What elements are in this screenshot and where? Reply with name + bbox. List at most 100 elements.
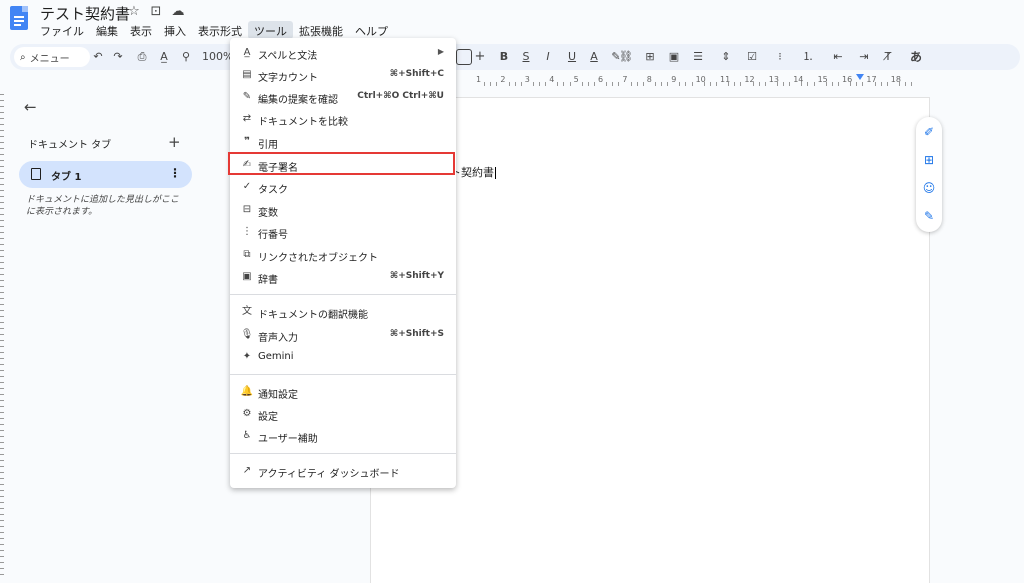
ruler-tick <box>734 82 736 86</box>
move-folder-icon[interactable]: ⊡ <box>148 4 164 19</box>
ruler-tick <box>0 430 4 431</box>
menu-search[interactable]: ⌕ メニュー <box>14 47 90 67</box>
menu-insert[interactable]: 挿入 <box>158 21 192 39</box>
add-comment-icon[interactable]: ⊞ <box>642 48 658 66</box>
ruler-tick <box>728 82 730 86</box>
ruler-tick <box>0 388 4 389</box>
ruler-tick <box>0 508 4 509</box>
menu-item-dictionary[interactable]: ▣ 辞書 ⌘+Shift+Y <box>230 267 456 287</box>
numbered-list-icon[interactable]: ⒈ <box>800 48 816 66</box>
menu-item-translate[interactable]: 文 ドキュメントの翻訳機能 <box>230 302 456 322</box>
ruler-tick <box>0 436 4 437</box>
ruler-tick <box>0 196 4 197</box>
font-size-input[interactable] <box>456 49 472 65</box>
line-spacing-icon[interactable]: ⇕ <box>718 48 734 66</box>
more-options-icon[interactable]: ⋮ <box>169 166 181 180</box>
zoom-select[interactable]: 100% <box>202 48 233 66</box>
link-icon[interactable]: ⛓ <box>618 48 634 66</box>
increase-indent-icon[interactable]: ⇥ <box>856 48 872 66</box>
menu-edit[interactable]: 編集 <box>90 21 124 39</box>
menu-item-word-count[interactable]: ▤ 文字カウント ⌘+Shift+C <box>230 65 456 85</box>
ruler-tick <box>740 82 742 86</box>
ruler-tick <box>581 82 583 86</box>
ruler-tick <box>0 538 4 539</box>
text-color-button[interactable]: A <box>586 48 602 66</box>
italic-button[interactable]: I <box>540 48 556 66</box>
ruler-tick <box>0 94 4 95</box>
menu-item-activity-dashboard[interactable]: ↗ アクティビティ ダッシュボード <box>230 461 456 481</box>
ruler-tick <box>874 82 876 86</box>
add-tab-icon[interactable]: + <box>168 133 181 151</box>
emoji-icon[interactable]: ☺ <box>921 180 937 196</box>
star-icon[interactable]: ☆ <box>126 4 142 19</box>
menu-tools[interactable]: ツール <box>248 21 293 39</box>
ruler-tick <box>630 82 632 86</box>
menu-item-label: ドキュメントを比較 <box>258 117 348 128</box>
menu-view[interactable]: 表示 <box>124 21 158 39</box>
decrease-indent-icon[interactable]: ⇤ <box>830 48 846 66</box>
input-tools-button[interactable]: あ <box>908 48 924 66</box>
ruler-tick <box>0 460 4 461</box>
menu-item-spelling-grammar[interactable]: A̲ スペルと文法 ▶ <box>230 43 456 63</box>
undo-icon[interactable]: ↶ <box>90 48 106 66</box>
menu-item-linked-objects[interactable]: ⧉ リンクされたオブジェクト <box>230 245 456 265</box>
menu-item-preferences[interactable]: ⚙ 設定 <box>230 404 456 424</box>
ruler-tick <box>0 160 4 161</box>
menu-item-label: リンクされたオブジェクト <box>258 253 378 264</box>
ruler-tick <box>0 232 4 233</box>
menu-extensions[interactable]: 拡張機能 <box>293 21 349 39</box>
spellcheck-icon[interactable]: A̲ <box>156 48 172 66</box>
bold-button[interactable]: B <box>496 48 512 66</box>
align-icon[interactable]: ☰ <box>690 48 706 66</box>
ruler-tick <box>825 82 827 86</box>
menu-item-compare-documents[interactable]: ⇄ ドキュメントを比較 <box>230 109 456 129</box>
variable-icon: ⊟ <box>242 204 252 215</box>
redo-icon[interactable]: ↷ <box>110 48 126 66</box>
menu-item-notification-settings[interactable]: 🔔 通知設定 <box>230 382 456 402</box>
search-icon: ⌕ <box>20 51 26 63</box>
docs-logo-icon[interactable] <box>10 6 28 30</box>
menu-item-label: ドキュメントの翻訳機能 <box>258 310 368 321</box>
menu-format[interactable]: 表示形式 <box>192 21 248 39</box>
vertical-ruler[interactable] <box>0 90 6 583</box>
horizontal-ruler[interactable]: 1 2 3 4 5 6 7 8 9 10 11 12 13 14 15 16 17 18 <box>456 74 930 88</box>
print-icon[interactable]: ⎙ <box>134 48 150 66</box>
menu-item-variables[interactable]: ⊟ 変数 <box>230 200 456 220</box>
menu-help[interactable]: ヘルプ <box>349 21 394 39</box>
clear-format-icon[interactable]: T̸ <box>880 48 896 66</box>
tab-item[interactable]: タブ 1 ⋮ <box>19 161 192 188</box>
suggest-edits-icon[interactable]: ✎ <box>921 208 937 224</box>
ruler-tick <box>691 82 693 86</box>
ruler-tick <box>886 82 888 86</box>
ruler-tick <box>0 382 4 383</box>
checklist-icon[interactable]: ☑ <box>744 48 760 66</box>
menu-item-gemini[interactable]: ✦ Gemini <box>230 347 456 367</box>
back-arrow-icon[interactable]: ← <box>24 98 37 116</box>
cloud-status-icon[interactable]: ☁ <box>170 4 186 19</box>
menu-file[interactable]: ファイル <box>34 21 90 39</box>
insert-image-icon[interactable]: ▣ <box>666 48 682 66</box>
menu-item-accessibility[interactable]: ♿ ユーザー補助 <box>230 426 456 446</box>
ruler-tick <box>679 82 681 86</box>
menu-item-citations[interactable]: ❞ 引用 <box>230 132 456 152</box>
underline-button[interactable]: U <box>564 48 580 66</box>
menu-item-voice-typing[interactable]: 🎙 音声入力 ⌘+Shift+S <box>230 325 456 345</box>
ruler-tick <box>0 394 4 395</box>
ruler-tick <box>0 550 4 551</box>
menu-item-tasks[interactable]: ✓ タスク <box>230 177 456 197</box>
document-text[interactable]: ト契約書 <box>450 164 496 180</box>
ruler-tick <box>0 262 4 263</box>
menu-item-line-numbers[interactable]: ⋮ 行番号 <box>230 222 456 242</box>
paint-format-icon[interactable]: ⚲ <box>178 48 194 66</box>
menu-item-review-edits[interactable]: ✎ 編集の提案を確認 Ctrl+⌘O Ctrl+⌘U <box>230 87 456 107</box>
ruler-tick <box>0 184 4 185</box>
ruler-tick <box>654 82 656 86</box>
add-comment-icon[interactable]: ⊞ <box>921 152 937 168</box>
increase-font-icon[interactable]: + <box>472 48 488 66</box>
menu-item-label: 音声入力 <box>258 333 298 344</box>
indent-marker-icon[interactable] <box>856 74 864 80</box>
accessibility-icon: ♿ <box>242 430 252 441</box>
italic-icon[interactable]: S <box>518 48 534 66</box>
bullet-list-icon[interactable]: ⁝ <box>772 48 788 66</box>
help-me-write-icon[interactable]: ✐ <box>921 124 937 140</box>
